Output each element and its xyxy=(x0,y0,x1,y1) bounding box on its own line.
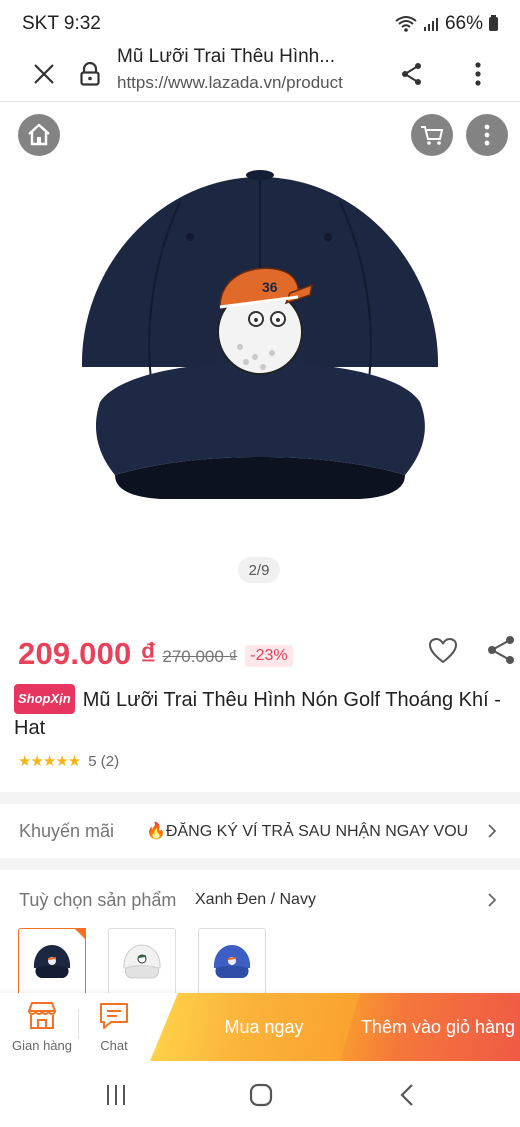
status-bar: SKT 9:32 66% xyxy=(0,0,520,48)
rating-text: 5 (2) xyxy=(88,752,120,770)
action-bar: Gian hàng Chat Mua ngay Thêm vào giỏ hàn… xyxy=(0,993,520,1061)
more-icon[interactable] xyxy=(460,56,496,92)
discount-badge: -23% xyxy=(245,645,293,667)
status-indicators: 66% xyxy=(395,13,498,35)
browser-toolbar: Mũ Lưỡi Trai Thêu Hình... https://www.la… xyxy=(0,46,520,102)
svg-text:36: 36 xyxy=(262,279,278,295)
chevron-right-icon xyxy=(488,824,497,838)
section-divider xyxy=(0,792,520,804)
heart-icon[interactable] xyxy=(428,636,458,666)
original-price: 270.000 ₫ xyxy=(162,647,238,666)
share-icon[interactable] xyxy=(394,56,430,92)
signal-icon xyxy=(423,18,438,31)
store-icon xyxy=(28,1002,56,1029)
section-divider xyxy=(0,858,520,870)
lock-icon[interactable] xyxy=(76,57,104,91)
page-url: https://www.lazada.vn/product xyxy=(117,73,343,92)
variant-label: Tuỳ chọn sản phẩm xyxy=(19,889,177,910)
variant-thumbnails xyxy=(18,928,266,996)
add-to-cart-button[interactable]: Thêm vào giỏ hàng xyxy=(340,993,520,1061)
rating-row[interactable]: ★★★★★ 5 (2) xyxy=(18,752,120,771)
more-options-icon[interactable] xyxy=(466,114,508,156)
variant-thumb-navy[interactable] xyxy=(18,928,86,996)
address-area[interactable]: Mũ Lưỡi Trai Thêu Hình... https://www.la… xyxy=(117,46,367,93)
product-title: ShopXịn Mũ Lưỡi Trai Thêu Hình Nón Golf T… xyxy=(14,684,509,742)
promo-row[interactable]: Khuyến mãi 🔥ĐĂNG KÝ VÍ TRẢ SAU NHẬN NGAY… xyxy=(0,806,520,856)
variant-row[interactable]: Tuỳ chọn sản phẩm Xanh Đen / Navy xyxy=(0,876,520,924)
chevron-right-icon xyxy=(488,893,497,907)
close-icon[interactable] xyxy=(26,56,62,92)
page-title: Mũ Lưỡi Trai Thêu Hình... xyxy=(117,46,336,67)
wifi-icon xyxy=(395,16,417,32)
chat-label: Chat xyxy=(100,1038,128,1053)
cart-icon[interactable] xyxy=(411,114,453,156)
battery-icon xyxy=(489,15,498,31)
image-counter: 2/9 xyxy=(238,557,280,583)
promo-label: Khuyến mãi xyxy=(19,820,115,841)
status-time: SKT 9:32 xyxy=(22,13,101,34)
share-product-icon[interactable] xyxy=(485,634,517,666)
home-icon[interactable] xyxy=(18,114,60,156)
recent-apps-icon[interactable] xyxy=(96,1079,136,1111)
home-nav-icon[interactable] xyxy=(241,1079,281,1111)
variant-thumb-white[interactable] xyxy=(108,928,176,996)
store-label: Gian hàng xyxy=(12,1038,72,1053)
chat-button[interactable]: Chat xyxy=(79,1001,149,1053)
shopxin-badge: ShopXịn xyxy=(14,684,75,714)
back-icon[interactable] xyxy=(387,1079,427,1111)
system-nav-bar xyxy=(0,1061,520,1127)
product-gallery[interactable]: 36 2/9 xyxy=(0,102,520,602)
variant-thumb-blue[interactable] xyxy=(198,928,266,996)
buy-now-button[interactable]: Mua ngay xyxy=(150,993,360,1061)
chat-icon xyxy=(100,1003,128,1029)
star-rating-icon: ★★★★★ xyxy=(18,753,81,770)
variant-value: Xanh Đen / Navy xyxy=(195,891,316,908)
price-section: 209.000 ₫ 270.000 ₫ -23% xyxy=(18,630,514,678)
product-title-text: Mũ Lưỡi Trai Thêu Hình Nón Golf Thoáng K… xyxy=(14,689,501,739)
product-image: 36 xyxy=(81,170,439,499)
store-button[interactable]: Gian hàng xyxy=(7,1001,77,1053)
sale-price: 209.000 ₫ xyxy=(18,636,157,671)
promo-value: 🔥ĐĂNG KÝ VÍ TRẢ SAU NHẬN NGAY VOU... xyxy=(146,823,468,840)
battery-text: 66% xyxy=(444,13,483,34)
